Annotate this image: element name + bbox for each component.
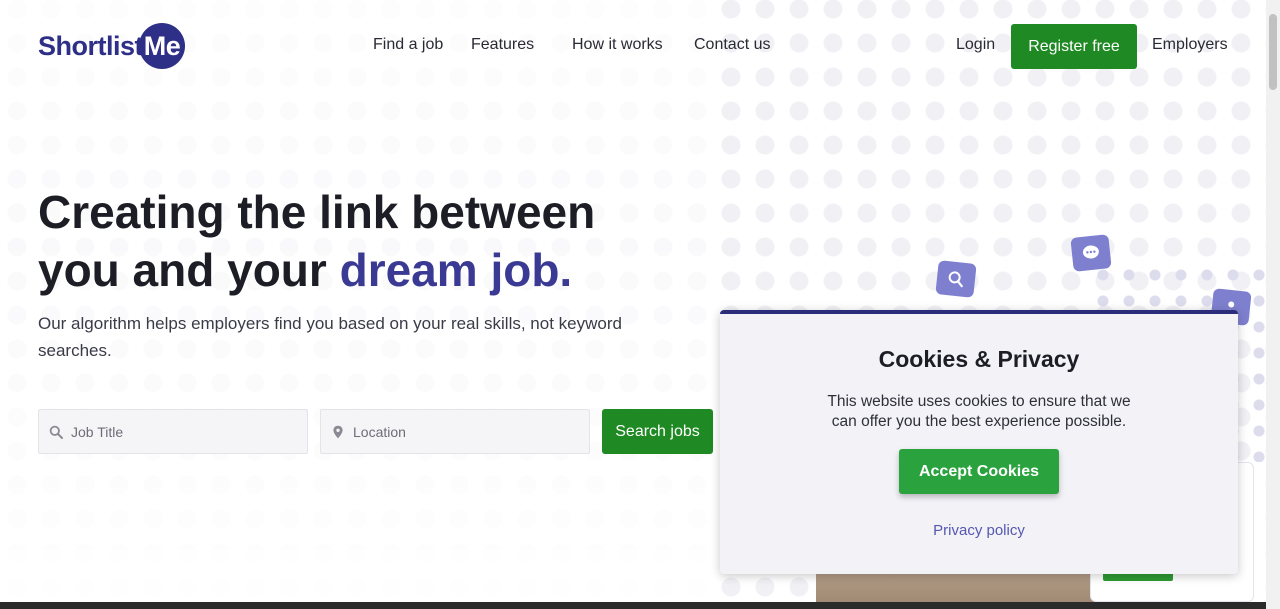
logo-text: Shortlist xyxy=(38,30,144,61)
site-logo[interactable]: Shortlist Me xyxy=(38,22,186,70)
logo-circle: Me xyxy=(139,23,186,69)
hero-title-line2: you and your xyxy=(38,244,340,296)
nav-find-job[interactable]: Find a job xyxy=(373,36,443,54)
accept-cookies-button[interactable]: Accept Cookies xyxy=(899,449,1059,494)
nav-how-it-works[interactable]: How it works xyxy=(572,36,663,54)
hero-title: Creating the link between you and your d… xyxy=(38,183,718,299)
cookie-consent-dialog: Cookies & Privacy This website uses cook… xyxy=(720,310,1238,574)
cookie-description: This website uses cookies to ensure that… xyxy=(827,393,1131,430)
location-input[interactable] xyxy=(353,423,573,440)
job-title-field[interactable] xyxy=(38,409,308,454)
site-header: Shortlist Me Find a job Features How it … xyxy=(0,0,1266,92)
privacy-policy-link[interactable]: Privacy policy xyxy=(720,522,1238,539)
search-bubble-icon xyxy=(935,260,977,298)
nav-contact[interactable]: Contact us xyxy=(694,36,770,54)
nav-login[interactable]: Login xyxy=(956,36,995,54)
chat-bubble-icon xyxy=(1070,234,1112,272)
nav-employers[interactable]: Employers xyxy=(1152,36,1228,54)
search-icon xyxy=(49,425,63,439)
location-pin-icon xyxy=(333,425,343,438)
scrollbar-thumb[interactable] xyxy=(1269,14,1277,90)
page-scrollbar[interactable] xyxy=(1266,0,1280,609)
hero-title-accent: dream job. xyxy=(339,244,573,296)
location-field[interactable] xyxy=(320,409,590,454)
search-jobs-button[interactable]: Search jobs xyxy=(602,409,713,454)
hero-title-line1: Creating the link between xyxy=(38,186,596,238)
page-background: Shortlist Me Find a job Features How it … xyxy=(0,0,1266,609)
cookie-title: Cookies & Privacy xyxy=(878,346,1080,372)
job-title-input[interactable] xyxy=(71,423,291,440)
hero-subtitle: Our algorithm helps employers find you b… xyxy=(38,314,622,360)
nav-features[interactable]: Features xyxy=(471,36,534,54)
register-button[interactable]: Register free xyxy=(1011,24,1137,69)
bottom-edge xyxy=(0,602,1266,609)
